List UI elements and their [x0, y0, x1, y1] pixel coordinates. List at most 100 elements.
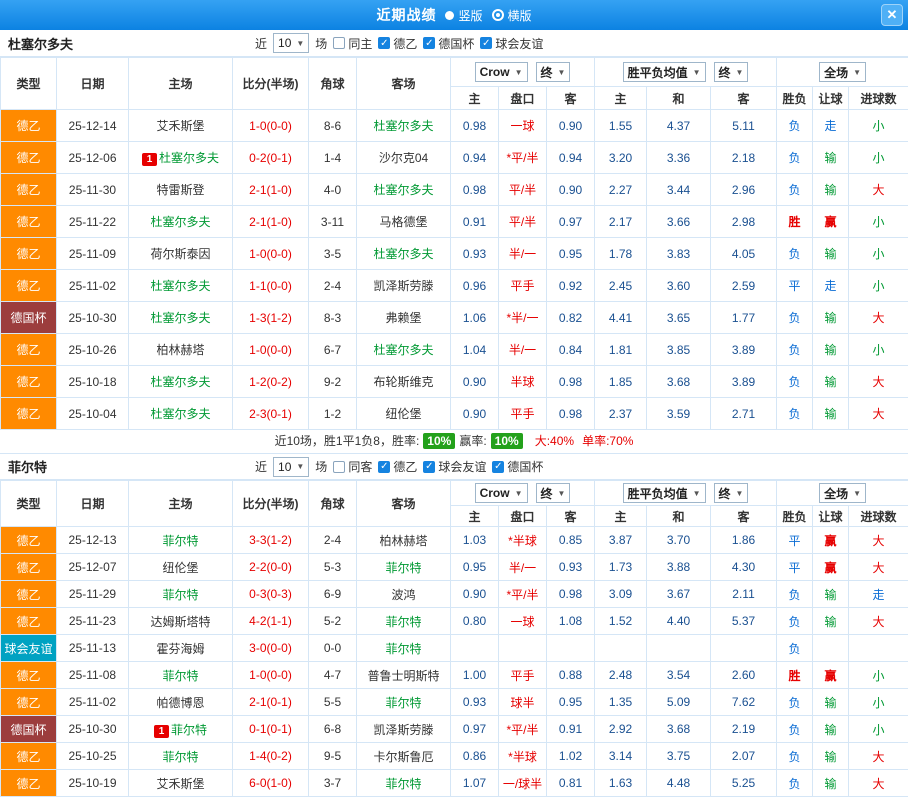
avg-home-cell: 4.41: [595, 302, 647, 334]
home-team-cell[interactable]: 菲尔特: [129, 743, 233, 770]
scope-select[interactable]: 全场 ▼: [819, 62, 866, 82]
avg-select[interactable]: 胜平负均值 ▼: [623, 62, 706, 82]
company-select[interactable]: Crow ▼: [475, 62, 528, 82]
corners-cell: 9-2: [309, 366, 357, 398]
company-final-select[interactable]: 终 ▼: [536, 483, 571, 503]
filter-checkbox-league2[interactable]: 德乙: [378, 458, 417, 475]
odds-home-cell: 0.93: [451, 689, 499, 716]
chevron-down-icon: ▼: [736, 489, 744, 498]
home-team-cell[interactable]: 杜塞尔多夫: [129, 302, 233, 334]
radio-horizontal-layout[interactable]: 横版: [492, 7, 532, 24]
away-team-cell[interactable]: 沙尔克04: [357, 142, 451, 174]
away-team-cell[interactable]: 杜塞尔多夫: [357, 334, 451, 366]
team-label: 沙尔克04: [379, 151, 428, 165]
single-rate-text: 单率:70%: [582, 434, 633, 448]
recent-count-select[interactable]: 10 ▼: [273, 33, 309, 53]
away-team-cell[interactable]: 杜塞尔多夫: [357, 110, 451, 142]
home-team-cell[interactable]: 纽伦堡: [129, 554, 233, 581]
filter-checkbox-same-away[interactable]: 同客: [333, 458, 372, 475]
filter-checkbox-cup[interactable]: 德国杯: [423, 35, 474, 52]
close-button[interactable]: ✕: [881, 4, 903, 26]
home-team-cell[interactable]: 霍芬海姆: [129, 635, 233, 662]
goals-result-cell: 小: [849, 716, 908, 743]
handicap-cell: 半/一: [499, 238, 547, 270]
home-team-cell[interactable]: 杜塞尔多夫: [129, 398, 233, 430]
avg-select[interactable]: 胜平负均值 ▼: [623, 483, 706, 503]
away-team-cell[interactable]: 凯泽斯劳滕: [357, 716, 451, 743]
avg-home-cell: 2.27: [595, 174, 647, 206]
filter-checkbox-friendly[interactable]: 球会友谊: [480, 35, 543, 52]
topbar-center: 近期战绩 竖版 横版: [376, 5, 531, 25]
away-team-cell[interactable]: 卡尔斯鲁厄: [357, 743, 451, 770]
company-select[interactable]: Crow ▼: [475, 483, 528, 503]
away-team-cell[interactable]: 菲尔特: [357, 689, 451, 716]
home-team-cell[interactable]: 杜塞尔多夫: [129, 206, 233, 238]
away-team-cell[interactable]: 布轮斯维克: [357, 366, 451, 398]
home-team-cell[interactable]: 菲尔特: [129, 527, 233, 554]
goals-result-cell: 大: [849, 366, 908, 398]
match-row: 德乙25-11-02帕德博恩2-1(0-1)5-5菲尔特0.93球半0.951.…: [1, 689, 908, 716]
home-team-cell[interactable]: 杜塞尔多夫: [129, 270, 233, 302]
match-row: 德乙25-10-26柏林赫塔1-0(0-0)6-7杜塞尔多夫1.04半/一0.8…: [1, 334, 908, 366]
odds-home-cell: 0.97: [451, 716, 499, 743]
filter-checkbox-same-home[interactable]: 同主: [333, 35, 372, 52]
away-team-cell[interactable]: 凯泽斯劳滕: [357, 270, 451, 302]
corners-cell: 5-3: [309, 554, 357, 581]
team-label: 艾禾斯堡: [156, 119, 204, 133]
home-team-cell[interactable]: 特雷斯登: [129, 174, 233, 206]
home-team-cell[interactable]: 荷尔斯泰因: [129, 238, 233, 270]
col-corners: 角球: [309, 481, 357, 527]
recent-count-select[interactable]: 10 ▼: [273, 457, 309, 477]
checkbox-icon: [333, 461, 345, 473]
away-team-cell[interactable]: 纽伦堡: [357, 398, 451, 430]
handicap-result-cell: 输: [813, 689, 849, 716]
home-team-cell[interactable]: 艾禾斯堡: [129, 110, 233, 142]
away-team-cell[interactable]: 杜塞尔多夫: [357, 238, 451, 270]
odds-home-cell: 0.86: [451, 743, 499, 770]
home-team-cell[interactable]: 1杜塞尔多夫: [129, 142, 233, 174]
goals-result-cell: 大: [849, 554, 908, 581]
filter-checkbox-cup[interactable]: 德国杯: [492, 458, 543, 475]
avg-draw-cell: 3.59: [647, 398, 711, 430]
home-team-cell[interactable]: 菲尔特: [129, 662, 233, 689]
away-team-cell[interactable]: 马格德堡: [357, 206, 451, 238]
away-team-cell[interactable]: 菲尔特: [357, 554, 451, 581]
home-team-cell[interactable]: 杜塞尔多夫: [129, 366, 233, 398]
away-team-cell[interactable]: 波鸿: [357, 581, 451, 608]
col-date: 日期: [57, 481, 129, 527]
col-corners: 角球: [309, 58, 357, 110]
goals-result-cell: 小: [849, 689, 908, 716]
home-team-cell[interactable]: 柏林赫塔: [129, 334, 233, 366]
match-type-cell: 德乙: [1, 238, 57, 270]
match-type-cell: 德乙: [1, 174, 57, 206]
away-team-cell[interactable]: 杜塞尔多夫: [357, 174, 451, 206]
team-label: 帕德博恩: [156, 696, 204, 710]
away-team-cell[interactable]: 菲尔特: [357, 635, 451, 662]
home-team-cell[interactable]: 帕德博恩: [129, 689, 233, 716]
team-label: 菲尔特: [162, 669, 198, 683]
away-team-cell[interactable]: 菲尔特: [357, 608, 451, 635]
avg-final-select[interactable]: 终 ▼: [714, 483, 749, 503]
result-cell: 平: [777, 270, 813, 302]
away-team-cell[interactable]: 菲尔特: [357, 770, 451, 797]
away-team-cell[interactable]: 柏林赫塔: [357, 527, 451, 554]
result-cell: 负: [777, 398, 813, 430]
filter-checkbox-league2[interactable]: 德乙: [378, 35, 417, 52]
result-cell: 平: [777, 554, 813, 581]
home-team-cell[interactable]: 1菲尔特: [129, 716, 233, 743]
corners-cell: 4-0: [309, 174, 357, 206]
team-label: 卡尔斯鲁厄: [373, 750, 433, 764]
odds-away-cell: 0.84: [547, 334, 595, 366]
games-label: 场: [315, 458, 327, 475]
away-team-cell[interactable]: 弗赖堡: [357, 302, 451, 334]
subcol-odds-home: 主: [451, 506, 499, 527]
home-team-cell[interactable]: 达姆斯塔特: [129, 608, 233, 635]
avg-final-select[interactable]: 终 ▼: [714, 62, 749, 82]
company-final-select[interactable]: 终 ▼: [536, 62, 571, 82]
away-team-cell[interactable]: 普鲁士明斯特: [357, 662, 451, 689]
home-team-cell[interactable]: 菲尔特: [129, 581, 233, 608]
home-team-cell[interactable]: 艾禾斯堡: [129, 770, 233, 797]
scope-select[interactable]: 全场 ▼: [819, 483, 866, 503]
filter-checkbox-friendly[interactable]: 球会友谊: [423, 458, 486, 475]
radio-vertical-layout[interactable]: 竖版: [445, 7, 482, 24]
